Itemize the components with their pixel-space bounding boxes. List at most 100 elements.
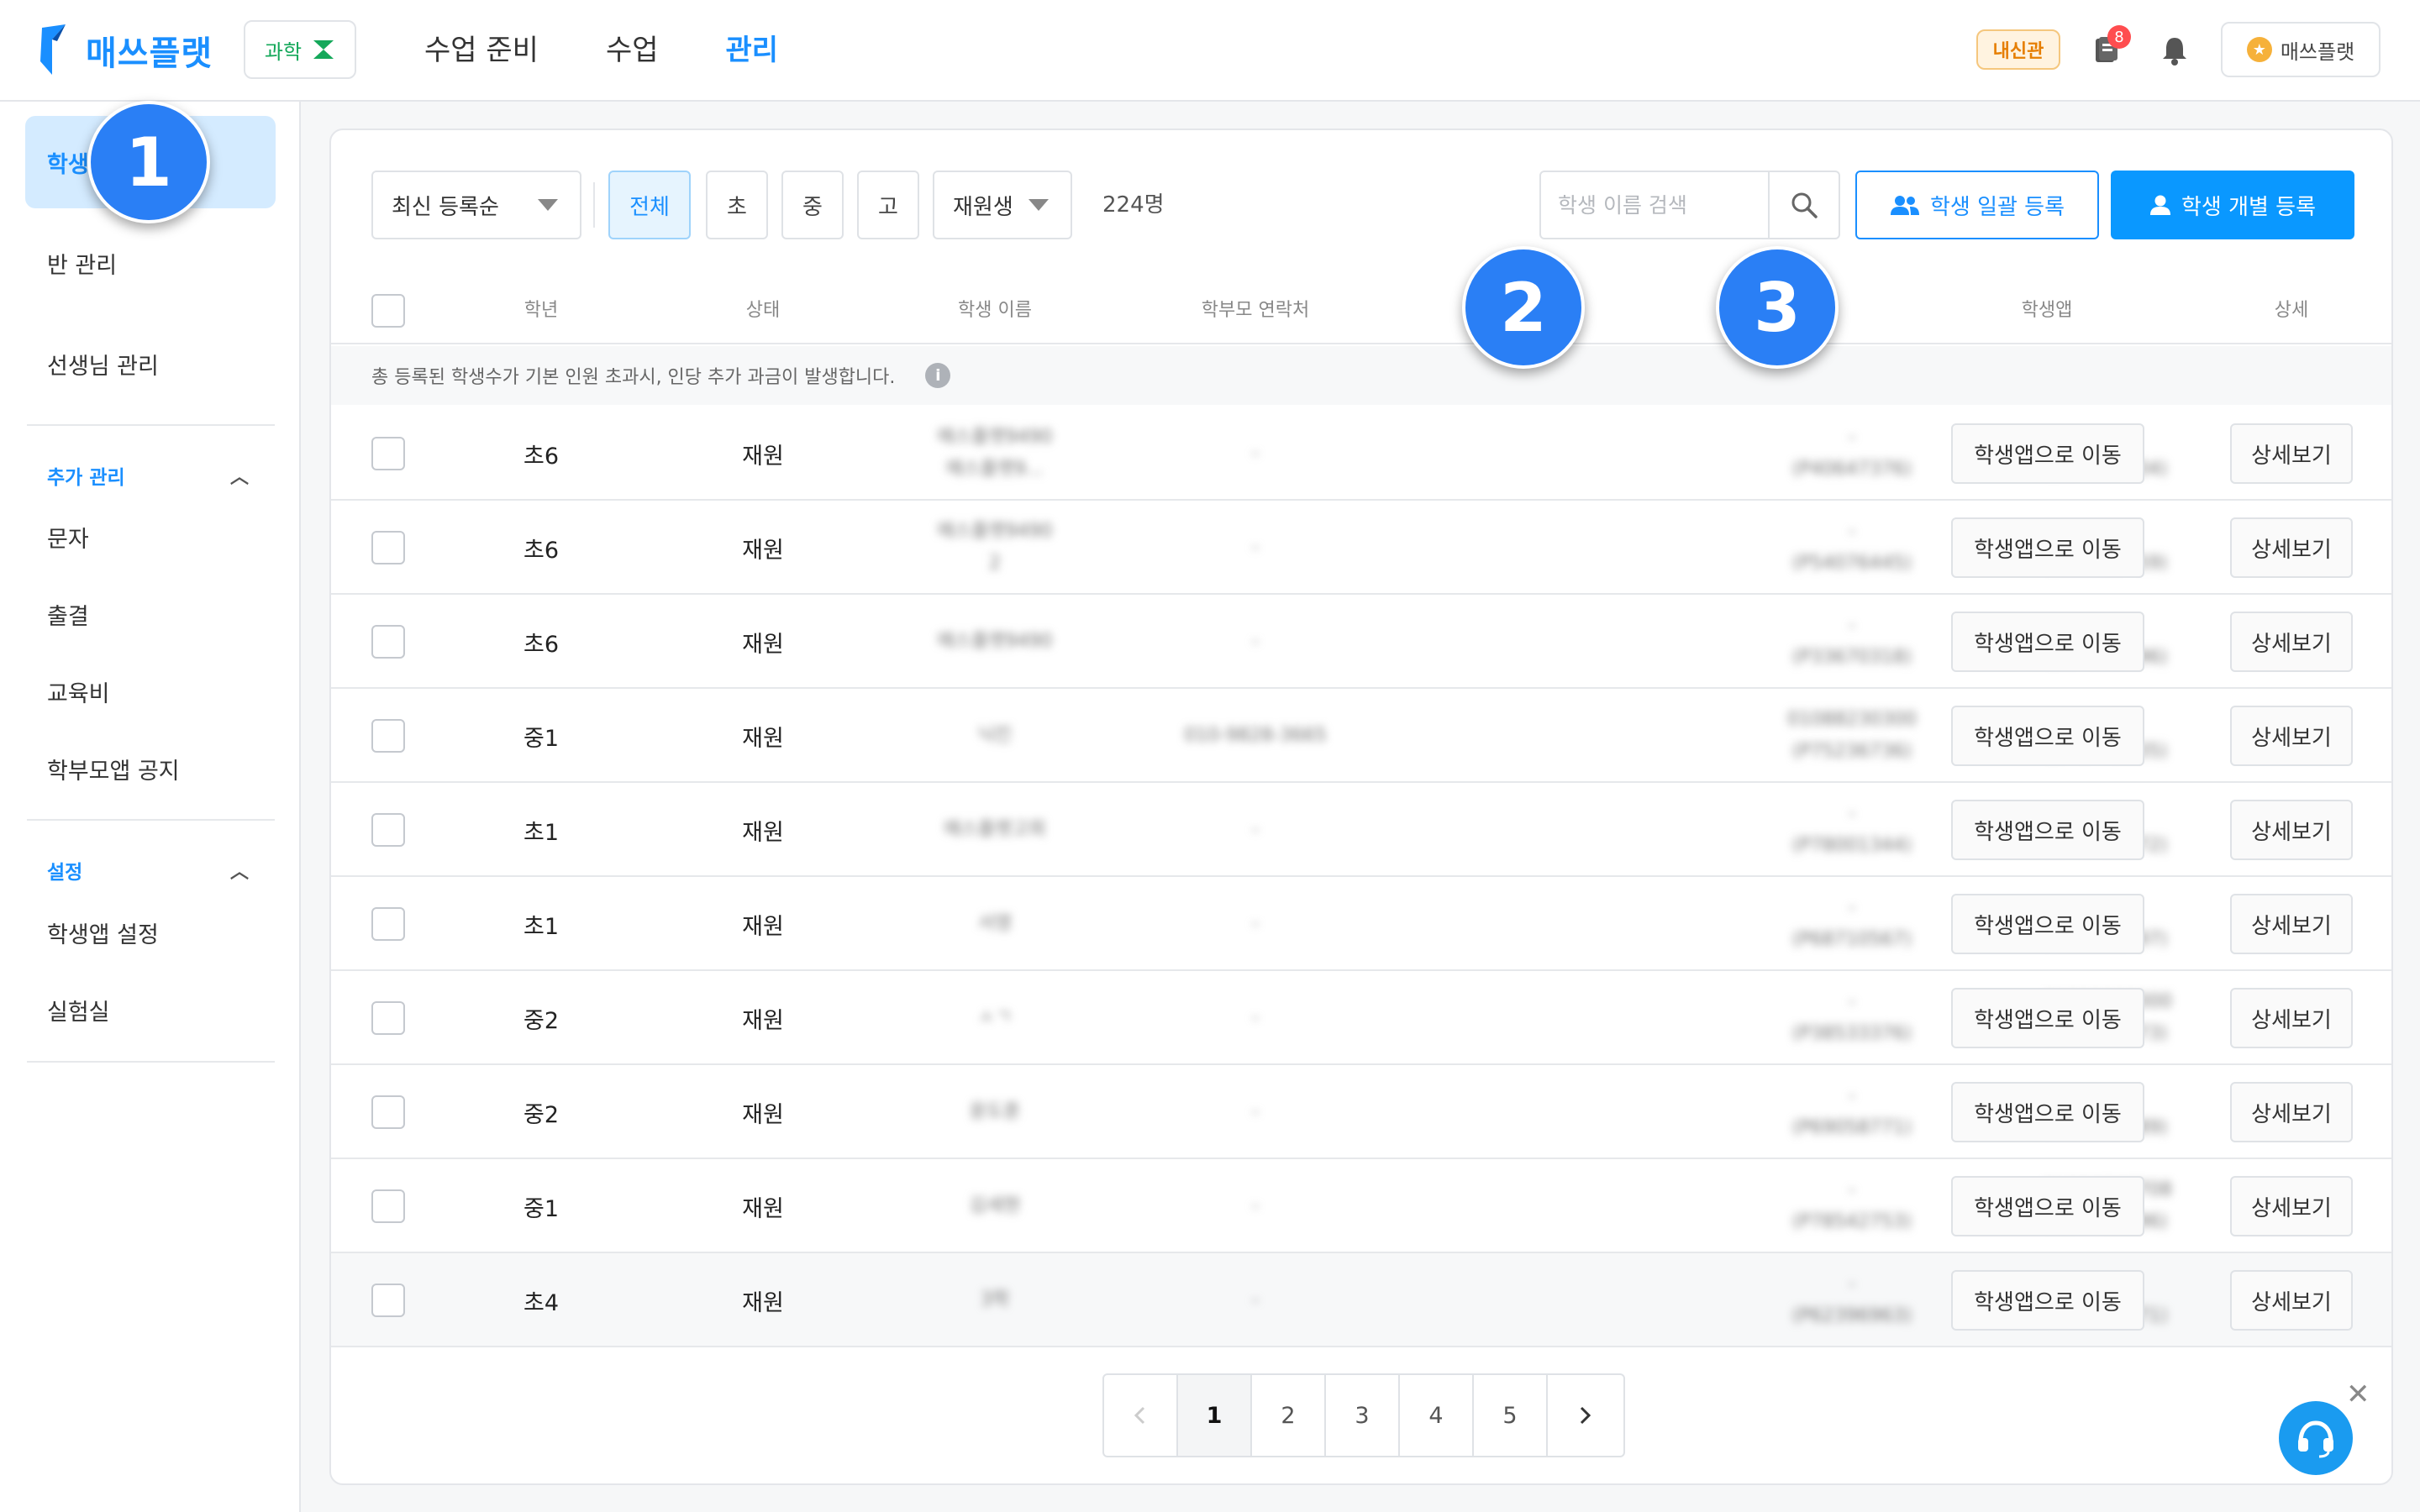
page-3[interactable]: 3 (1326, 1375, 1400, 1456)
grade-cell: 초4 (523, 1289, 560, 1316)
page-5[interactable]: 5 (1474, 1375, 1548, 1456)
nav-class[interactable]: 수업 (606, 25, 659, 76)
view-detail-button[interactable]: 상세보기 (2230, 706, 2353, 766)
go-to-student-app-button[interactable]: 학생앱으로 이동 (1951, 800, 2144, 860)
go-to-student-app-button[interactable]: 학생앱으로 이동 (1951, 1176, 2144, 1236)
sort-select-value: 최신 등록순 (392, 194, 499, 220)
filter-elementary[interactable]: 초 (706, 171, 768, 239)
bell-icon[interactable] (2158, 34, 2191, 67)
support-chat-button[interactable] (2279, 1401, 2353, 1475)
parent-contact-cell: - (1252, 1007, 1259, 1028)
status-select-value: 재원생 (953, 194, 1013, 220)
header-student-name: 학생 이름 (958, 300, 1032, 321)
bulk-register-button[interactable]: 학생 일괄 등록 (1855, 171, 2099, 239)
row-checkbox[interactable] (371, 1095, 405, 1129)
filter-middle[interactable]: 중 (781, 171, 844, 239)
grade-cell: 초6 (523, 443, 560, 470)
go-to-student-app-button[interactable]: 학생앱으로 이동 (1951, 894, 2144, 954)
grade-cell: 중1 (523, 725, 560, 752)
table-row: 초6재원매스플랫9490매스플랫9...--(P40647376)-(S9783… (331, 407, 2391, 501)
logo[interactable]: 매쓰플랫 (35, 24, 213, 77)
page-4[interactable]: 4 (1400, 1375, 1474, 1456)
go-to-student-app-button[interactable]: 학생앱으로 이동 (1951, 706, 2144, 766)
nav-management[interactable]: 관리 (726, 25, 779, 76)
go-to-student-app-button[interactable]: 학생앱으로 이동 (1951, 423, 2144, 484)
select-all-checkbox[interactable] (371, 294, 405, 328)
sidebar-section-extra[interactable]: 추가 관리 ︿ (47, 461, 249, 490)
row-checkbox[interactable] (371, 1189, 405, 1223)
student-name-cell-line: 윤도훈 (969, 1101, 1021, 1122)
row-checkbox[interactable] (371, 907, 405, 941)
go-to-student-app-button[interactable]: 학생앱으로 이동 (1951, 612, 2144, 672)
sidebar-section-settings[interactable]: 설정 ︿ (47, 856, 249, 885)
contact-cell-2-line: (P69058771) (1791, 1117, 1912, 1138)
status-cell: 재원 (742, 1289, 784, 1316)
row-checkbox[interactable] (371, 625, 405, 659)
nav-class-prep[interactable]: 수업 준비 (424, 25, 539, 76)
sort-select[interactable]: 최신 등록순 (371, 171, 581, 239)
profile-button[interactable]: ★ 매쓰플랫 (2221, 22, 2381, 77)
row-checkbox[interactable] (371, 719, 405, 753)
status-cell: 재원 (742, 1195, 784, 1222)
view-detail-button[interactable]: 상세보기 (2230, 988, 2353, 1048)
page-2[interactable]: 2 (1252, 1375, 1326, 1456)
view-detail-button[interactable]: 상세보기 (2230, 800, 2353, 860)
row-checkbox[interactable] (371, 1284, 405, 1317)
search-input[interactable] (1541, 172, 1768, 238)
view-detail-button[interactable]: 상세보기 (2230, 517, 2353, 578)
view-detail-button[interactable]: 상세보기 (2230, 423, 2353, 484)
student-name-cell-line: 2 (989, 553, 1001, 574)
parent-contact-cell: - (1252, 819, 1259, 840)
subject-selector[interactable]: 과학 (244, 20, 356, 79)
go-to-student-app-button[interactable]: 학생앱으로 이동 (1951, 1270, 2144, 1331)
contact-cell-2: - (P40647376) (1743, 407, 1961, 501)
close-icon[interactable]: ✕ (2346, 1378, 2370, 1411)
status-cell: 재원 (742, 537, 784, 564)
contact-cell-2-line: (P68710567) (1791, 929, 1912, 950)
sidebar-item-lab[interactable]: 실험실 (25, 963, 276, 1056)
section-title: 추가 관리 (47, 467, 125, 489)
sidebar-divider (27, 819, 275, 821)
view-detail-button[interactable]: 상세보기 (2230, 1176, 2353, 1236)
filter-all[interactable]: 전체 (608, 171, 691, 239)
chevron-up-icon: ︿ (229, 862, 249, 883)
contact-cell-2-line: - (1849, 615, 1855, 636)
sidebar-item-classes[interactable]: 반 관리 (25, 217, 276, 309)
filter-high[interactable]: 고 (857, 171, 919, 239)
view-detail-button[interactable]: 상세보기 (2230, 612, 2353, 672)
parent-contact-cell: 010-9828-3665 (1184, 725, 1327, 746)
parent-contact-cell: - (1252, 1195, 1259, 1216)
view-detail-button[interactable]: 상세보기 (2230, 1270, 2353, 1331)
info-icon[interactable]: i (925, 363, 951, 388)
go-to-student-app-button[interactable]: 학생앱으로 이동 (1951, 517, 2144, 578)
row-checkbox[interactable] (371, 437, 405, 470)
status-select[interactable]: 재원생 (933, 171, 1072, 239)
student-name-cell-line: 김세현 (969, 1195, 1021, 1216)
single-register-button[interactable]: 학생 개별 등록 (2111, 171, 2354, 239)
prev-page-button[interactable] (1104, 1375, 1178, 1456)
status-cell: 재원 (742, 443, 784, 470)
contact-cell-2-line: (P38533376) (1791, 1023, 1912, 1044)
contact-cell-2-line: (P62396963) (1791, 1305, 1912, 1326)
neisin-badge[interactable]: 내신관 (1976, 29, 2060, 70)
view-detail-button[interactable]: 상세보기 (2230, 894, 2353, 954)
page-1[interactable]: 1 (1178, 1375, 1252, 1456)
logo-mark-icon (40, 24, 66, 75)
contact-cell-2-line: - (1849, 521, 1855, 542)
row-checkbox[interactable] (371, 1001, 405, 1035)
row-checkbox[interactable] (371, 813, 405, 847)
contact-cell-2-line: (P54076445) (1791, 553, 1912, 574)
sidebar-item-teachers[interactable]: 선생님 관리 (25, 318, 276, 410)
search-button[interactable] (1768, 172, 1839, 238)
parent-contact-cell: - (1252, 1101, 1259, 1122)
view-detail-button[interactable]: 상세보기 (2230, 1082, 2353, 1142)
student-name-cell-line: 매스플랫9490 (937, 427, 1053, 448)
contact-cell-2-line: (P78542753) (1791, 1211, 1912, 1232)
contact-cell-2-line: - (1849, 1085, 1855, 1106)
go-to-student-app-button[interactable]: 학생앱으로 이동 (1951, 1082, 2144, 1142)
student-name-cell-line: 매스플랫고희 (944, 819, 1046, 840)
go-to-student-app-button[interactable]: 학생앱으로 이동 (1951, 988, 2144, 1048)
row-checkbox[interactable] (371, 531, 405, 564)
next-page-button[interactable] (1548, 1375, 1622, 1456)
sidebar-item-parent-notice[interactable]: 학부모앱 공지 (25, 722, 276, 815)
